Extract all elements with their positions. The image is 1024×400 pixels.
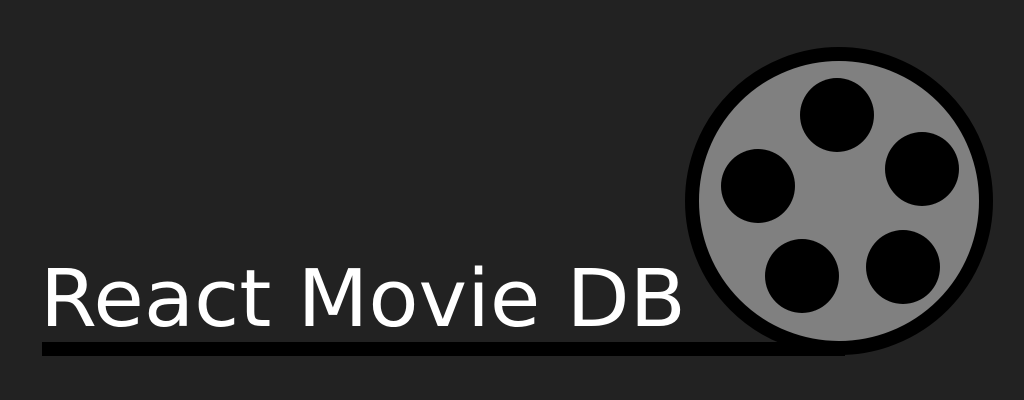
reel-hole — [721, 149, 795, 223]
logo: React Movie DB — [40, 47, 993, 356]
logo-banner: React Movie DB — [0, 0, 1024, 400]
reel-hole — [765, 239, 839, 313]
logo-title: React Movie DB — [40, 253, 686, 345]
film-reel-icon — [685, 47, 993, 355]
reel-hole — [885, 132, 959, 206]
reel-hole — [866, 230, 940, 304]
reel-hole — [800, 78, 874, 152]
